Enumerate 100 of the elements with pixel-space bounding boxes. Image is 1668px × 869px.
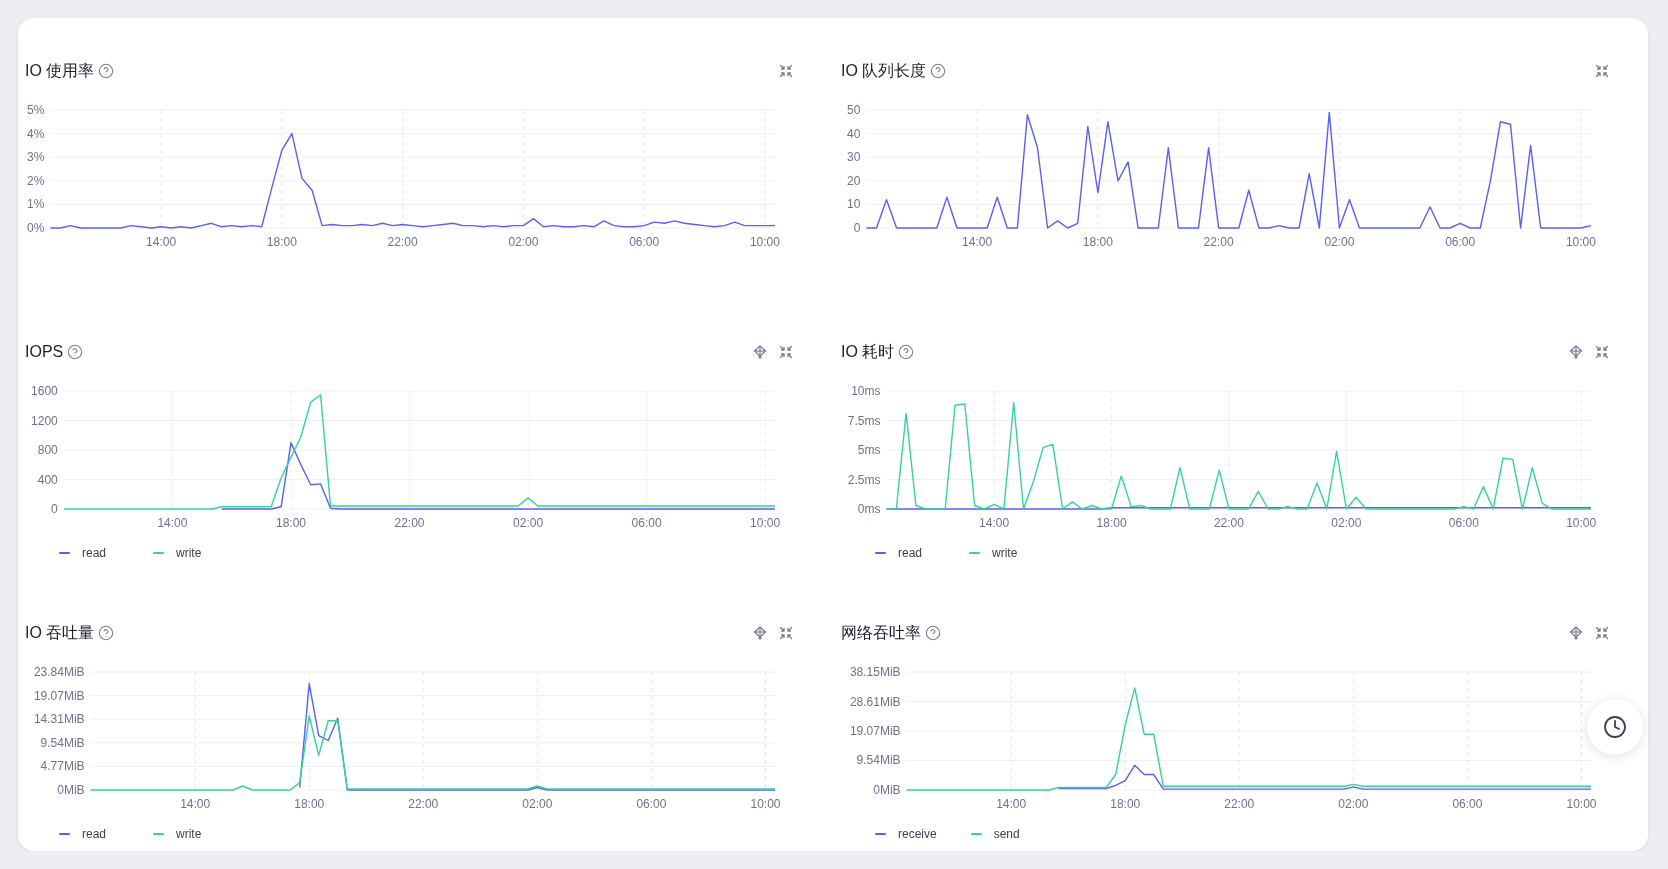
diamond-arrow-icon[interactable] — [1569, 345, 1583, 359]
y-axis-label: 5% — [27, 103, 45, 117]
x-axis-label: 14:00 — [157, 516, 188, 530]
y-axis-label: 1600 — [31, 384, 58, 398]
y-axis-label: 23.84MiB — [33, 665, 85, 679]
x-axis-label: 06:00 — [631, 516, 662, 530]
fullscreen-icon[interactable] — [1595, 626, 1609, 640]
x-axis-label: 14:00 — [146, 235, 177, 249]
help-icon[interactable] — [98, 63, 115, 79]
y-axis-label: 14.31MiB — [33, 712, 85, 727]
x-axis-label: 06:00 — [1448, 516, 1479, 530]
y-axis-label: 3% — [27, 150, 45, 165]
help-icon[interactable] — [930, 63, 947, 79]
legend-item[interactable]: write — [153, 546, 213, 560]
history-button[interactable] — [1587, 699, 1643, 755]
y-axis-label: 800 — [37, 443, 58, 457]
y-axis-label: 2% — [27, 173, 45, 188]
x-axis-label: 02:00 — [508, 235, 539, 249]
y-axis-label: 19.07MiB — [33, 688, 85, 703]
y-axis-label: 9.54MiB — [856, 753, 901, 768]
x-axis-label: 02:00 — [1338, 797, 1369, 811]
fullscreen-icon[interactable] — [1595, 345, 1609, 359]
x-axis-label: 10:00 — [1565, 235, 1596, 249]
help-icon[interactable] — [925, 625, 941, 641]
y-axis-label: 20 — [847, 173, 861, 188]
help-icon[interactable] — [898, 344, 915, 360]
x-axis-label: 10:00 — [750, 516, 781, 530]
panel-title: IO 队列长度 — [841, 60, 927, 81]
y-axis-label: 10 — [847, 197, 861, 212]
legend-item[interactable]: read — [875, 546, 935, 560]
y-axis-label: 0 — [51, 502, 58, 516]
x-axis-label: 18:00 — [1082, 235, 1113, 249]
x-axis-label: 06:00 — [629, 235, 660, 249]
legend-item[interactable]: write — [153, 827, 213, 841]
fullscreen-icon[interactable] — [779, 64, 793, 78]
x-axis-label: 14:00 — [996, 797, 1027, 811]
fullscreen-icon[interactable] — [779, 626, 793, 640]
panel-title: IO 吞吐量 — [25, 622, 95, 643]
x-axis-label: 06:00 — [636, 797, 667, 811]
legend-item[interactable]: read — [59, 546, 119, 560]
y-axis-label: 1200 — [31, 413, 58, 428]
legend-item[interactable]: write — [969, 546, 1029, 560]
y-axis-label: 0% — [27, 221, 45, 235]
x-axis-label: 02:00 — [1331, 516, 1362, 530]
x-axis-label: 18:00 — [1096, 516, 1127, 530]
x-axis-label: 22:00 — [1213, 516, 1244, 530]
y-axis-label: 5ms — [857, 443, 881, 457]
y-axis-label: 400 — [37, 472, 58, 487]
y-axis-label: 7.5ms — [847, 413, 881, 428]
x-axis-label: 18:00 — [266, 235, 297, 249]
help-icon[interactable] — [67, 344, 84, 360]
panel-title: IO 使用率 — [25, 60, 95, 81]
y-axis-label: 0ms — [857, 502, 881, 516]
y-axis-label: 0 — [853, 221, 861, 235]
fullscreen-icon[interactable] — [1595, 64, 1609, 78]
x-axis-label: 18:00 — [1110, 797, 1141, 811]
panel-title: 网络吞吐率 — [841, 622, 921, 643]
y-axis-label: 50 — [847, 103, 861, 117]
x-axis-label: 10:00 — [750, 797, 781, 811]
y-axis-label: 0MiB — [873, 783, 901, 797]
x-axis-label: 14:00 — [180, 797, 211, 811]
x-axis-label: 02:00 — [1324, 235, 1355, 249]
x-axis-label: 10:00 — [1566, 797, 1597, 811]
x-axis-label: 06:00 — [1445, 235, 1476, 249]
y-axis-label: 1% — [27, 197, 45, 212]
x-axis-label: 22:00 — [394, 516, 425, 530]
x-axis-label: 22:00 — [387, 235, 418, 249]
panel-title: IO 耗时 — [841, 341, 895, 362]
y-axis-label: 9.54MiB — [40, 735, 85, 750]
x-axis-label: 22:00 — [1224, 797, 1255, 811]
legend-item[interactable]: send — [970, 827, 1031, 841]
x-axis-label: 02:00 — [522, 797, 553, 811]
y-axis-label: 30 — [847, 150, 861, 165]
x-axis-label: 10:00 — [1566, 516, 1597, 530]
y-axis-label: 28.61MiB — [849, 694, 901, 709]
x-axis-label: 18:00 — [275, 516, 306, 530]
diamond-arrow-icon[interactable] — [753, 345, 767, 359]
panel-title: IOPS — [25, 343, 64, 361]
y-axis-label: 2.5ms — [847, 472, 881, 487]
legend-item[interactable]: receive — [875, 827, 937, 841]
y-axis-label: 0MiB — [57, 783, 85, 797]
y-axis-label: 40 — [847, 126, 861, 141]
y-axis-label: 10ms — [851, 384, 881, 398]
legend-item[interactable]: read — [59, 827, 119, 841]
y-axis-label: 38.15MiB — [849, 665, 901, 679]
clock-icon — [1603, 715, 1627, 739]
x-axis-label: 22:00 — [408, 797, 439, 811]
diamond-arrow-icon[interactable] — [753, 626, 767, 640]
y-axis-label: 4.77MiB — [40, 759, 85, 774]
x-axis-label: 18:00 — [294, 797, 325, 811]
y-axis-label: 19.07MiB — [849, 724, 901, 738]
fullscreen-icon[interactable] — [779, 345, 793, 359]
x-axis-label: 10:00 — [749, 235, 780, 249]
x-axis-label: 14:00 — [962, 235, 993, 249]
x-axis-label: 06:00 — [1452, 797, 1483, 811]
help-icon[interactable] — [98, 625, 115, 641]
diamond-arrow-icon[interactable] — [1569, 626, 1583, 640]
x-axis-label: 22:00 — [1203, 235, 1234, 249]
y-axis-label: 4% — [27, 126, 45, 141]
x-axis-label: 02:00 — [513, 516, 544, 530]
